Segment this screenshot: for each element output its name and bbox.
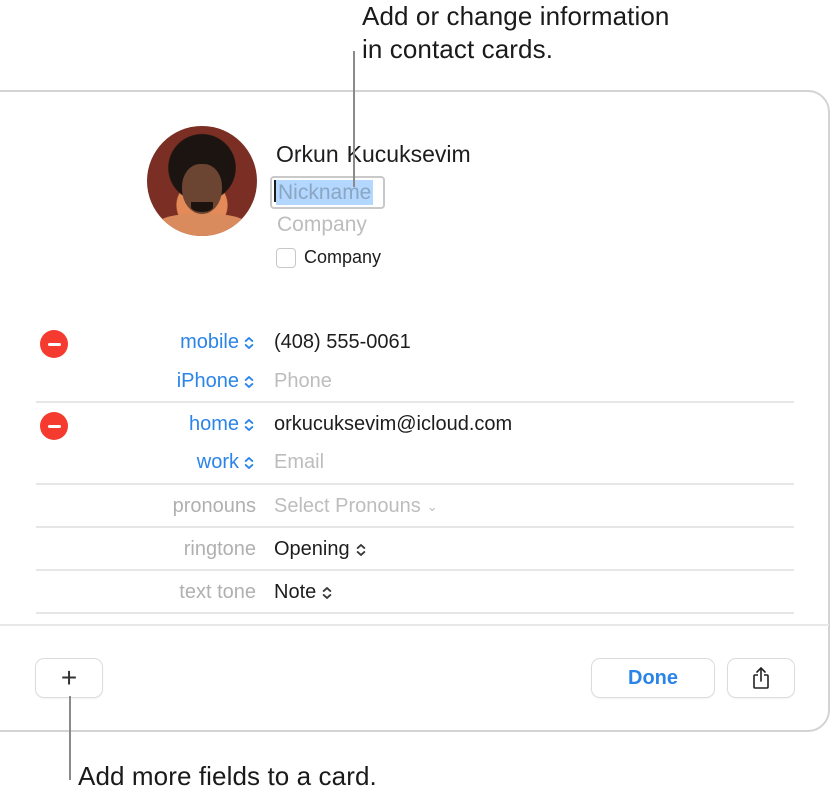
nickname-placeholder: Nickname <box>276 180 374 205</box>
pronouns-dropdown[interactable]: Select Pronouns ⌄ <box>274 495 438 518</box>
text-tone-value: Note <box>274 581 317 603</box>
remove-field-button[interactable] <box>40 412 68 440</box>
separator <box>36 483 794 485</box>
text-tone-label: text tone <box>179 581 256 603</box>
text-tone-row: text tone Note <box>0 575 834 613</box>
email-row-home: home orkucuksevim@icloud.com <box>0 407 834 445</box>
avatar-shirt <box>155 214 249 236</box>
phone-label-dropdown[interactable]: mobile <box>180 331 254 354</box>
company-field[interactable]: Company <box>277 213 367 237</box>
add-field-button[interactable]: + <box>36 659 102 697</box>
phone-value[interactable]: (408) 555-0061 <box>274 331 411 354</box>
phone-placeholder[interactable]: Phone <box>274 370 332 393</box>
text-tone-dropdown[interactable]: Note <box>274 581 332 604</box>
ringtone-dropdown[interactable]: Opening <box>274 538 366 561</box>
share-icon <box>753 667 769 689</box>
pronouns-value: Select Pronouns <box>274 495 421 517</box>
separator <box>36 612 794 614</box>
label-text: iPhone <box>176 370 239 392</box>
phone-row-mobile: mobile (408) 555-0061 <box>0 325 834 363</box>
email-value[interactable]: orkucuksevim@icloud.com <box>274 413 512 436</box>
label-text: home <box>188 413 239 435</box>
pronouns-label: pronouns <box>172 495 256 517</box>
company-checkbox-label: Company <box>304 247 382 267</box>
callout-line-1: Add or change information <box>362 1 670 31</box>
email-label-dropdown[interactable]: home <box>189 413 254 436</box>
contact-name[interactable]: Orkun Kucuksevim <box>276 141 479 168</box>
email-placeholder[interactable]: Email <box>274 451 324 474</box>
email-label-dropdown[interactable]: work <box>197 451 254 474</box>
footer-divider <box>0 624 829 626</box>
updown-chevron-icon <box>244 455 255 471</box>
separator <box>36 569 794 571</box>
label-text: work <box>196 451 239 473</box>
nickname-field[interactable]: Nickname <box>270 176 385 209</box>
text-caret <box>274 180 276 202</box>
ringtone-label: ringtone <box>183 538 256 560</box>
updown-chevron-icon <box>244 374 255 390</box>
updown-chevron-icon <box>355 542 366 558</box>
ringtone-row: ringtone Opening <box>0 532 834 570</box>
updown-chevron-icon <box>244 417 255 433</box>
phone-label-dropdown[interactable]: iPhone <box>177 370 254 393</box>
share-button[interactable] <box>728 659 794 697</box>
separator <box>36 401 794 403</box>
contact-avatar[interactable] <box>147 126 257 236</box>
plus-icon: + <box>60 662 78 693</box>
updown-chevron-icon <box>322 585 333 601</box>
pronouns-row: pronouns Select Pronouns ⌄ <box>0 489 834 527</box>
callout-leader-line <box>69 696 71 780</box>
callout-line-2: in contact cards. <box>362 34 554 64</box>
callout-leader-line <box>353 51 355 187</box>
phone-row-iphone: iPhone Phone <box>0 364 834 402</box>
ringtone-value: Opening <box>274 538 350 560</box>
email-row-work: work Email <box>0 445 834 483</box>
updown-chevron-icon <box>244 335 255 351</box>
first-name-field[interactable]: Orkun <box>276 141 339 167</box>
separator <box>36 526 794 528</box>
label-text: mobile <box>180 331 239 353</box>
callout-add-fields: Add more fields to a card. <box>78 761 377 791</box>
remove-field-button[interactable] <box>40 330 68 358</box>
company-checkbox-row[interactable]: Company <box>276 247 381 268</box>
chevron-down-icon: ⌄ <box>426 498 438 514</box>
avatar-beard <box>191 202 213 212</box>
callout-edit-info: Add or change information in contact car… <box>362 0 669 66</box>
done-button[interactable]: Done <box>592 659 714 697</box>
company-checkbox[interactable] <box>276 247 296 268</box>
last-name-field[interactable]: Kucuksevim <box>347 141 471 167</box>
